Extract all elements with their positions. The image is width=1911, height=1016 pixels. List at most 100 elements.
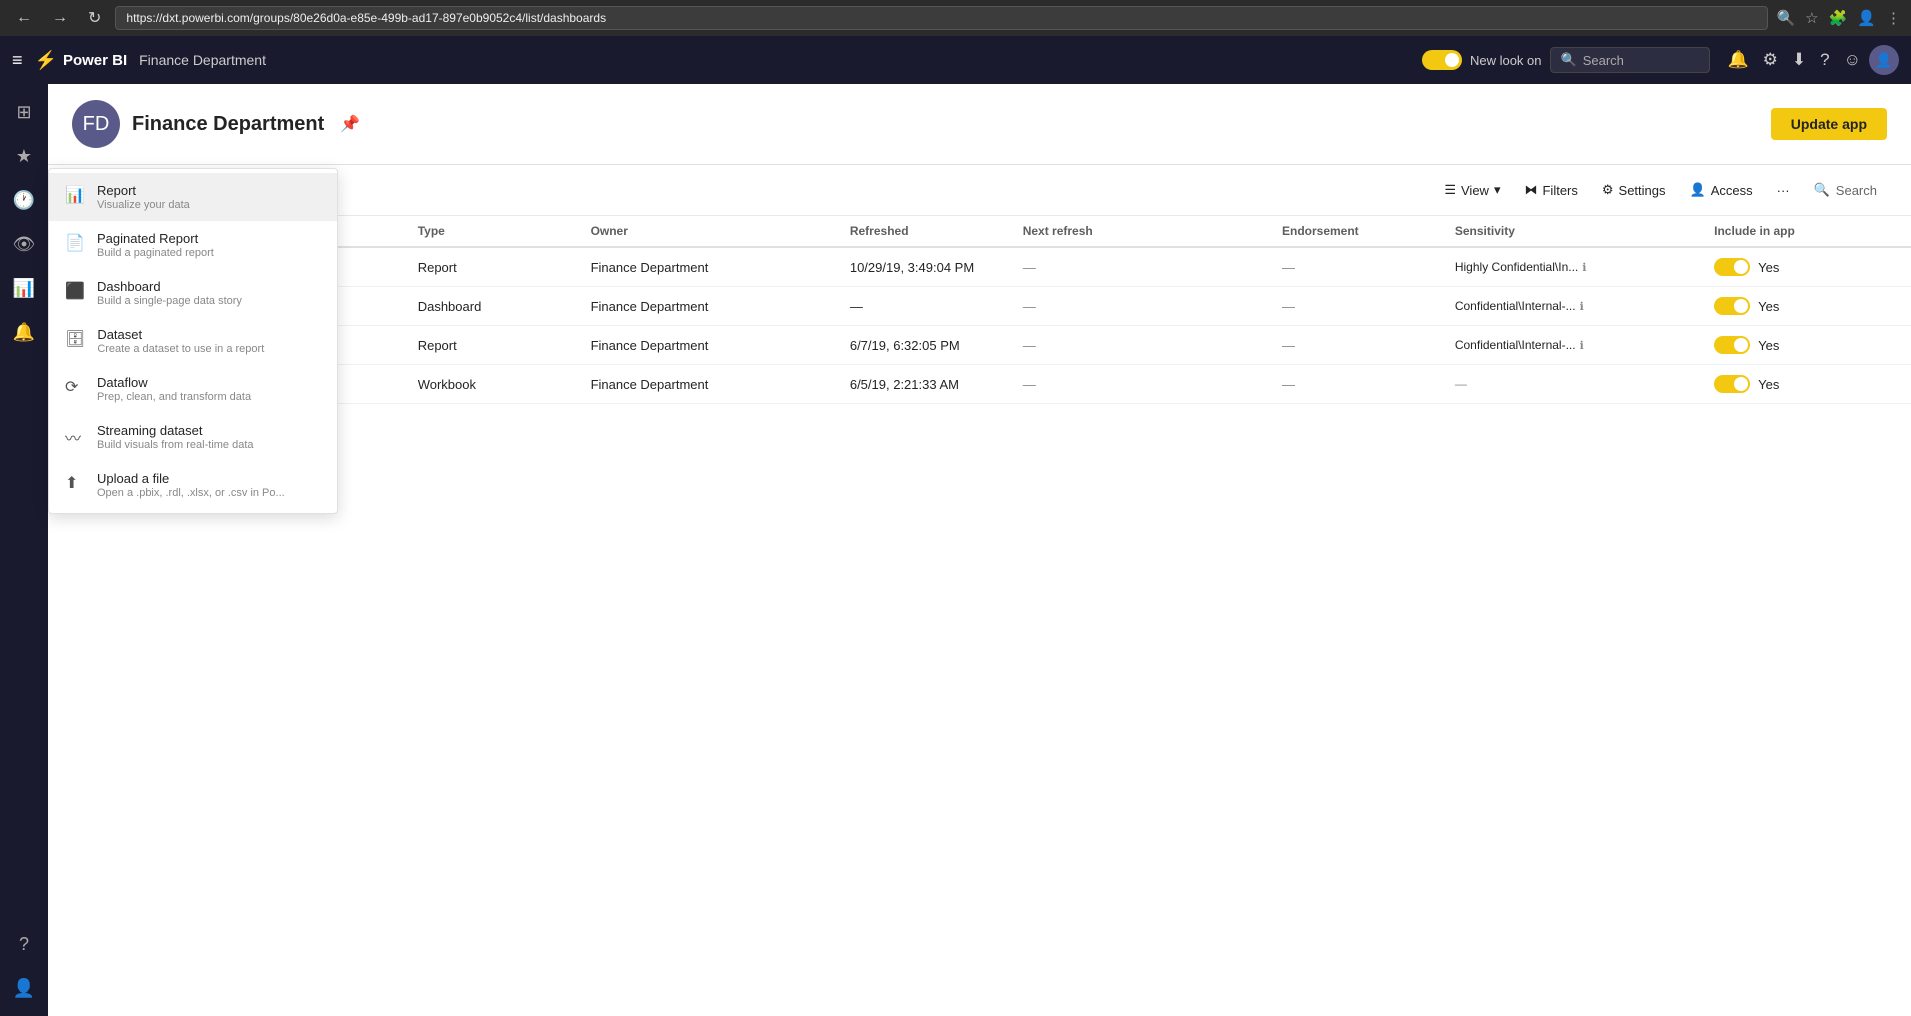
download-icon[interactable]: ⬇ [1792, 50, 1806, 70]
pbi-logo-icon: ⚡ [35, 50, 57, 71]
new-look-label: New look on [1470, 53, 1542, 68]
browser-refresh-btn[interactable]: ↻ [82, 6, 107, 30]
menu-item-subtitle: Create a dataset to use in a report [97, 343, 264, 355]
row-next-refresh: — [1023, 377, 1282, 392]
dropdown-menu-item[interactable]: 〰 Streaming dataset Build visuals from r… [49, 413, 337, 461]
menu-item-subtitle: Build visuals from real-time data [97, 439, 254, 451]
menu-item-text: Dataflow Prep, clean, and transform data [97, 375, 251, 403]
more-action[interactable]: ··· [1767, 177, 1800, 204]
browser-extension-icon[interactable]: 🧩 [1829, 9, 1848, 27]
browser-menu-icon[interactable]: ⋮ [1886, 9, 1901, 27]
row-owner: Finance Department [591, 299, 850, 314]
menu-item-subtitle: Prep, clean, and transform data [97, 391, 251, 403]
browser-back-btn[interactable]: ← [10, 7, 38, 29]
row-next-refresh: — [1023, 299, 1282, 314]
access-action[interactable]: 👤 Access [1680, 176, 1763, 204]
row-type: Workbook [418, 377, 591, 392]
dropdown-menu-item[interactable]: ⬆ Upload a file Open a .pbix, .rdl, .xls… [49, 461, 337, 509]
sidebar-recent-icon[interactable]: 🕐 [4, 180, 44, 220]
menu-item-subtitle: Build a single-page data story [97, 295, 242, 307]
new-look-toggle[interactable]: New look on [1422, 50, 1542, 70]
col-sensitivity: Sensitivity [1455, 224, 1714, 238]
workspace-avatar: FD [72, 100, 120, 148]
row-refreshed: 6/7/19, 6:32:05 PM [850, 338, 1023, 353]
sensitivity-info-icon[interactable]: ℹ [1582, 261, 1586, 274]
menu-item-text: Dashboard Build a single-page data story [97, 279, 242, 307]
browser-forward-btn[interactable]: → [46, 7, 74, 29]
include-toggle[interactable] [1714, 258, 1750, 276]
dropdown-menu-item[interactable]: 📄 Paginated Report Build a paginated rep… [49, 221, 337, 269]
settings-icon[interactable]: ⚙ [1763, 50, 1778, 70]
sidebar-learn-icon[interactable]: ? [4, 924, 44, 964]
browser-bookmark-icon[interactable]: ☆ [1805, 9, 1818, 27]
access-label: Access [1711, 183, 1753, 198]
row-include: Yes [1714, 297, 1887, 315]
pbi-topnav: ≡ ⚡ Power BI Finance Department New look… [0, 36, 1911, 84]
menu-item-icon: ⟳ [65, 377, 85, 397]
sensitivity-text: Highly Confidential\In... [1455, 260, 1578, 274]
browser-zoom-icon: 🔍 [1776, 9, 1795, 27]
sidebar: ⊞ ★ 🕐 👁 📊 🔔 ? 👤 [0, 84, 48, 1016]
menu-item-title: Dashboard [97, 279, 242, 294]
menu-item-subtitle: Visualize your data [97, 199, 190, 211]
topnav-search-box[interactable]: 🔍 Search [1550, 47, 1710, 73]
row-include: Yes [1714, 258, 1887, 276]
update-app-button[interactable]: Update app [1771, 108, 1887, 140]
sensitivity-info-icon[interactable]: ℹ [1580, 339, 1584, 352]
row-endorsement: — [1282, 338, 1455, 353]
row-endorsement: — [1282, 377, 1455, 392]
include-toggle[interactable] [1714, 336, 1750, 354]
browser-url-input[interactable] [115, 6, 1768, 30]
hamburger-menu-icon[interactable]: ≡ [12, 50, 23, 71]
new-dropdown-menu[interactable]: 📊 Report Visualize your data 📄 Paginated… [48, 168, 338, 514]
topnav-search-placeholder: Search [1583, 53, 1624, 68]
access-icon: 👤 [1690, 182, 1706, 198]
workspace-pin-icon[interactable]: 📌 [340, 114, 360, 134]
menu-item-text: Streaming dataset Build visuals from rea… [97, 423, 254, 451]
sensitivity-info-icon[interactable]: ℹ [1580, 300, 1584, 313]
menu-item-text: Upload a file Open a .pbix, .rdl, .xlsx,… [97, 471, 285, 499]
help-icon[interactable]: ? [1820, 50, 1829, 70]
sidebar-profile-icon[interactable]: 👤 [4, 968, 44, 1008]
settings-action[interactable]: ⚙ Settings [1592, 176, 1676, 204]
sidebar-home-icon[interactable]: ⊞ [4, 92, 44, 132]
col-owner: Owner [591, 224, 850, 238]
row-type: Report [418, 260, 591, 275]
menu-item-icon: 〰 [65, 425, 85, 449]
view-action[interactable]: ☰ View ▾ [1434, 176, 1510, 204]
row-endorsement: — [1282, 299, 1455, 314]
row-refreshed: 6/5/19, 2:21:33 AM [850, 377, 1023, 392]
menu-item-icon: ⬛ [65, 281, 85, 301]
include-toggle[interactable] [1714, 375, 1750, 393]
sidebar-create-icon[interactable]: 📊 [4, 268, 44, 308]
feedback-icon[interactable]: ☺ [1844, 50, 1861, 70]
sidebar-explore-icon[interactable]: 👁 [4, 224, 44, 264]
col-endorsement: Endorsement [1282, 224, 1455, 238]
toolbar-search-icon: 🔍 [1814, 182, 1830, 198]
new-look-toggle-switch[interactable] [1422, 50, 1462, 70]
browser-profile-icon[interactable]: 👤 [1857, 9, 1876, 27]
dropdown-menu-item[interactable]: ⬛ Dashboard Build a single-page data sto… [49, 269, 337, 317]
user-avatar[interactable]: 👤 [1869, 45, 1899, 75]
include-toggle[interactable] [1714, 297, 1750, 315]
filters-action[interactable]: ⧓ Filters [1514, 176, 1587, 204]
dropdown-menu-item[interactable]: 📊 Report Visualize your data [49, 173, 337, 221]
sidebar-favorites-icon[interactable]: ★ [4, 136, 44, 176]
include-label: Yes [1758, 299, 1779, 314]
sidebar-alerts-icon[interactable]: 🔔 [4, 312, 44, 352]
menu-item-icon: ⬆ [65, 473, 85, 493]
row-refreshed: — [850, 299, 1023, 314]
topnav-icons: 🔔 ⚙ ⬇ ? ☺ [1728, 50, 1862, 70]
dropdown-menu-item[interactable]: 🗄 Dataset Create a dataset to use in a r… [49, 317, 337, 365]
row-sensitivity: Highly Confidential\In... ℹ [1455, 260, 1714, 274]
include-label: Yes [1758, 260, 1779, 275]
toolbar-search[interactable]: 🔍 Search [1804, 176, 1887, 204]
notifications-icon[interactable]: 🔔 [1728, 50, 1749, 70]
view-chevron-icon: ▾ [1494, 182, 1501, 198]
dropdown-menu-item[interactable]: ⟳ Dataflow Prep, clean, and transform da… [49, 365, 337, 413]
menu-item-text: Paginated Report Build a paginated repor… [97, 231, 214, 259]
filters-icon: ⧓ [1524, 182, 1537, 198]
view-label: View [1461, 183, 1489, 198]
pbi-logo: ⚡ Power BI [35, 50, 128, 71]
browser-bar: ← → ↻ 🔍 ☆ 🧩 👤 ⋮ [0, 0, 1911, 36]
